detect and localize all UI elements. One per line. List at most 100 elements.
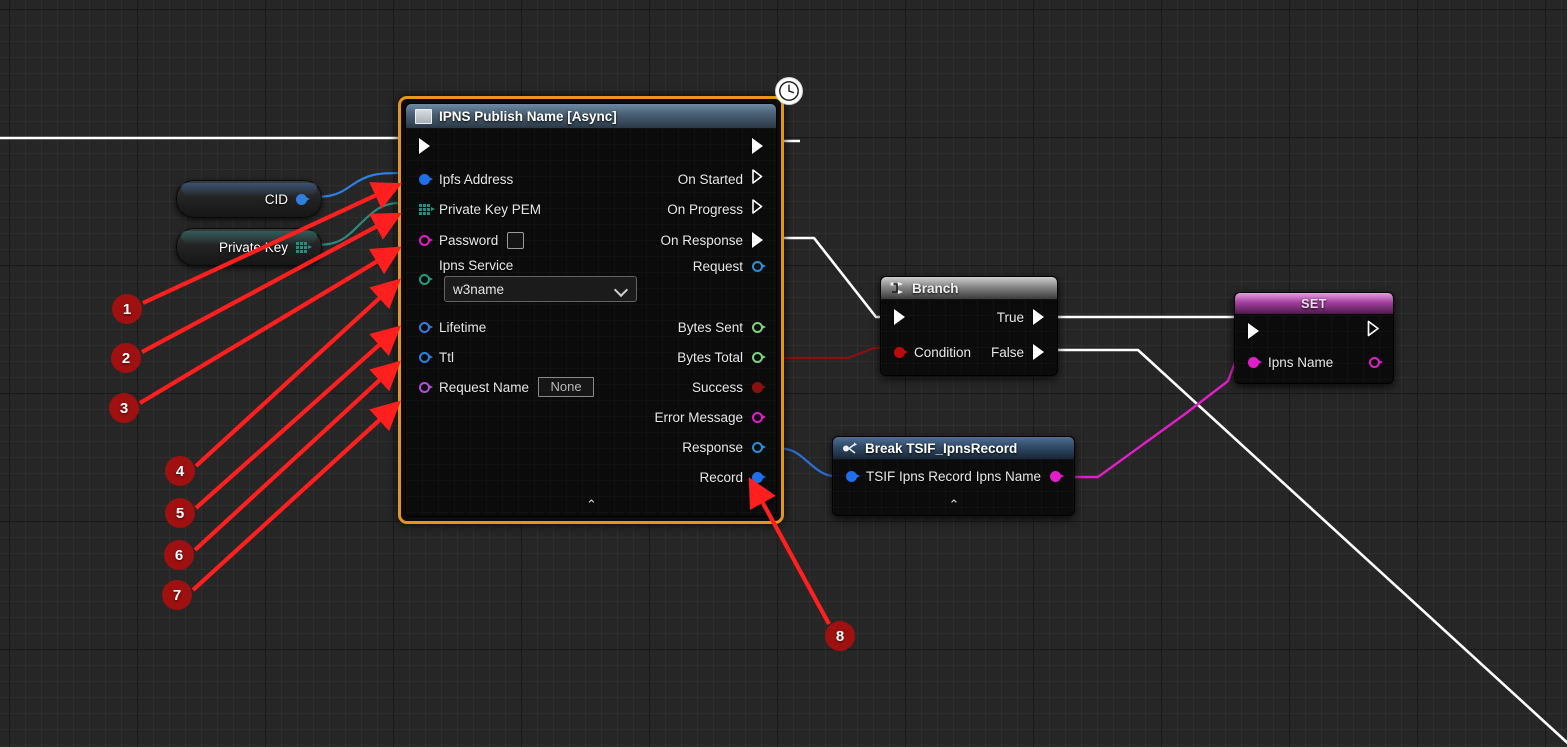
branch-exec-in-pin[interactable] [894,309,905,325]
node-variable-private-key[interactable]: Private Key [176,228,322,266]
request-name-pin[interactable] [419,381,433,393]
set-title-bar: SET [1235,293,1393,314]
branch-row-exec-true[interactable]: True [881,299,1057,335]
branch-row-condition-false[interactable]: Condition False [881,335,1057,369]
pin-label-break-ipns-name: Ipns Name [975,468,1041,484]
set-exec-in-pin[interactable] [1248,323,1259,339]
annotation-badge-3: 3 [109,393,139,423]
request-out-pin[interactable] [752,261,766,272]
pin-label-request-name: Request Name [439,379,530,395]
pin-row-lifetime[interactable]: Lifetime Bytes Sent [406,312,776,342]
pin-label-ttl: Ttl [439,349,454,365]
private-key-pem-pin[interactable] [419,203,435,215]
error-message-out-pin[interactable] [752,411,766,423]
node-break-tsif-ipns-record[interactable]: Break TSIF_IpnsRecord TSIF Ipns Record I… [832,436,1075,516]
set-body: Ipns Name [1235,314,1393,383]
annotation-badge-5: 5 [165,498,195,528]
collapse-toggle-break[interactable]: ⌃ [833,498,1074,511]
cid-out-pin[interactable] [296,193,310,205]
pin-row-record[interactable]: Record [406,462,776,492]
node-variable-cid[interactable]: CID [176,180,322,218]
pin-row-error-message[interactable]: Error Message [406,402,776,432]
break-row-record[interactable]: TSIF Ipns Record Ipns Name [833,459,1074,493]
ipns-service-pin[interactable] [419,274,433,285]
private-key-out-pin[interactable] [296,241,312,253]
ipns-service-dropdown[interactable]: w3name [444,276,637,302]
password-pin[interactable] [419,234,433,246]
ipns-service-value: w3name [453,281,505,297]
annotation-badge-6: 6 [164,540,194,570]
pin-label-false: False [990,344,1024,360]
on-response-exec-pin[interactable] [752,232,763,248]
node-ipns-publish-name[interactable]: IPNS Publish Name [Async] Ipfs Address O… [398,77,803,524]
node-body: Ipfs Address On Started Private Key PEM … [406,128,776,516]
branch-condition-pin[interactable] [894,346,908,358]
break-struct-icon [842,442,858,455]
chevron-down-icon [615,285,628,293]
async-task-icon [415,108,432,124]
node-set-ipns-name[interactable]: SET Ipns Name [1234,292,1394,384]
break-title-label: Break TSIF_IpnsRecord [865,440,1018,456]
branch-body: True Condition False [881,299,1057,375]
branch-false-pin[interactable] [1033,344,1044,360]
node-title-label: IPNS Publish Name [Async] [439,108,617,124]
pin-label-bytes-total: Bytes Total [677,349,743,365]
ipfs-address-pin[interactable] [419,173,433,185]
pin-row-request-name[interactable]: Request Name None Success [406,372,776,402]
request-name-input[interactable]: None [538,377,595,397]
pin-label-ipfs-address: Ipfs Address [439,171,514,187]
pin-label-password: Password [439,232,499,248]
pin-label-condition: Condition [914,344,972,360]
exec-in-pin[interactable] [419,138,430,154]
pin-label-response: Response [682,439,743,455]
pin-row-ttl[interactable]: Ttl Bytes Total [406,342,776,372]
pin-label-tsif-ipns-record: TSIF Ipns Record [866,468,972,484]
pin-label-private-key-pem: Private Key PEM [439,201,542,217]
var-label-private-key: Private Key [218,239,288,255]
break-title-bar: Break TSIF_IpnsRecord [833,437,1074,459]
lifetime-pin[interactable] [419,321,433,333]
tsif-ipns-record-in-pin[interactable] [846,470,860,482]
node-title-bar: IPNS Publish Name [Async] [406,104,776,128]
pin-row-response[interactable]: Response [406,432,776,462]
branch-true-pin[interactable] [1033,309,1044,325]
pin-label-record: Record [699,469,743,485]
set-ipns-name-in-pin[interactable] [1248,356,1262,368]
success-out-pin[interactable] [752,381,766,393]
pin-label-error-message: Error Message [654,409,743,425]
pin-label-ipns-service: Ipns Service [439,258,514,273]
annotation-badge-7: 7 [162,580,192,610]
pin-row-ipfs-address[interactable]: Ipfs Address On Started [406,164,776,194]
pin-row-ipns-service[interactable]: Ipns Service w3name Request [406,256,776,312]
set-row-exec[interactable] [1235,315,1393,347]
set-title-label: SET [1301,296,1327,311]
break-ipns-name-out-pin[interactable] [1050,470,1064,482]
bytes-sent-out-pin[interactable] [752,321,766,333]
set-row-ipns-name[interactable]: Ipns Name [1235,347,1393,377]
record-out-pin[interactable] [752,471,766,483]
pin-row-private-key-pem[interactable]: Private Key PEM On Progress [406,194,776,224]
pin-row-exec[interactable] [406,128,776,164]
set-ipns-name-out-pin[interactable] [1369,356,1383,368]
branch-icon [890,281,905,295]
pin-label-set-ipns-name: Ipns Name [1268,354,1334,370]
pin-label-lifetime: Lifetime [439,319,487,335]
set-exec-out-pin[interactable] [1367,320,1380,342]
node-branch[interactable]: Branch True Condition False [880,276,1058,376]
ttl-pin[interactable] [419,351,433,363]
pin-label-success: Success [691,379,743,395]
pin-label-on-progress: On Progress [667,201,743,217]
exec-out-pin[interactable] [752,138,763,154]
blueprint-graph-canvas[interactable]: IPNS Publish Name [Async] Ipfs Address O… [0,0,1567,747]
on-progress-exec-pin[interactable] [752,199,763,219]
branch-title-label: Branch [912,280,959,296]
pin-label-request: Request [692,259,743,274]
collapse-toggle-ipns[interactable]: ⌃ [406,498,776,511]
pin-row-password[interactable]: Password On Response [406,224,776,256]
response-out-pin[interactable] [752,441,766,453]
password-checkbox[interactable] [507,231,525,249]
on-started-exec-pin[interactable] [752,169,763,189]
annotation-badge-2: 2 [111,343,141,373]
bytes-total-out-pin[interactable] [752,351,766,363]
break-body: TSIF Ipns Record Ipns Name ⌃ [833,459,1074,515]
